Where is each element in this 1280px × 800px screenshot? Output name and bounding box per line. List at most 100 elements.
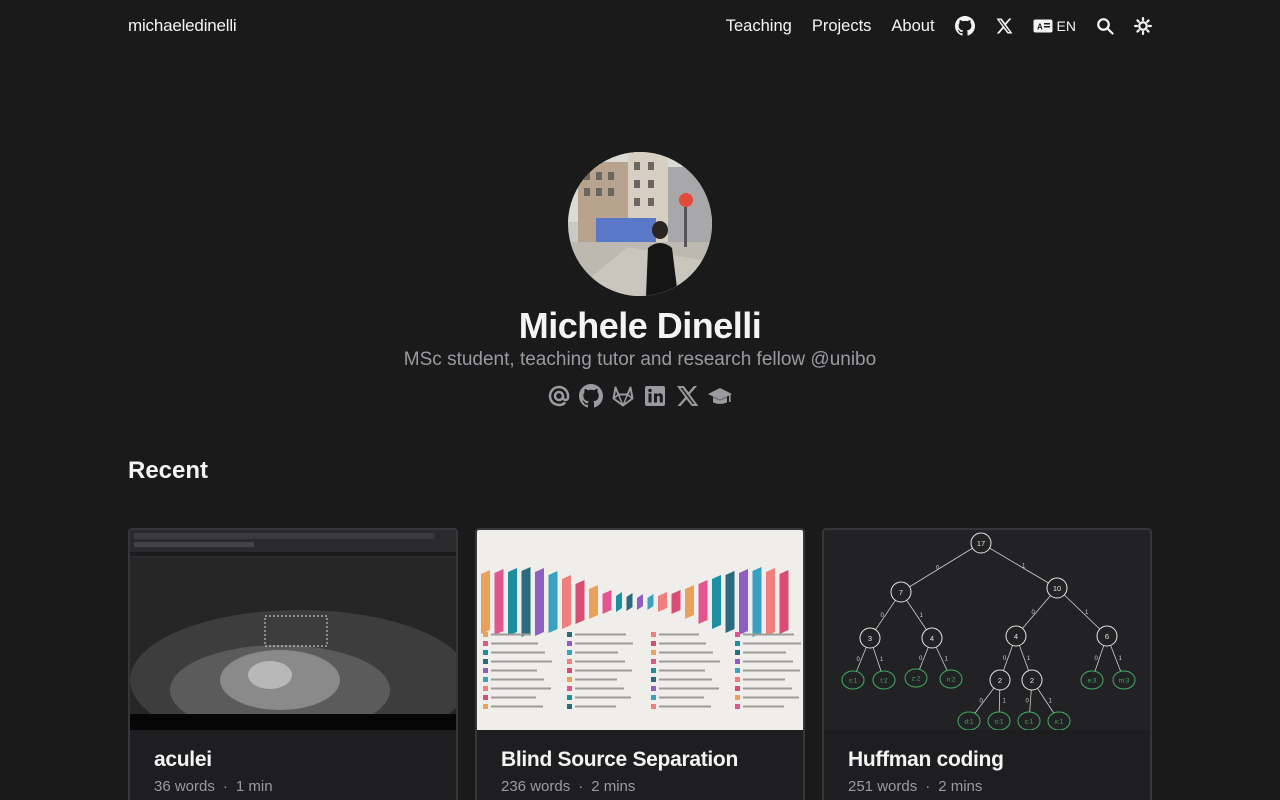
tree-node-label: 4: [930, 634, 934, 643]
tree-node-label: 10: [1053, 584, 1061, 593]
site-brand[interactable]: michaeledinelli: [128, 16, 237, 36]
tree-leaf-label: e:3: [1087, 678, 1096, 685]
nav-projects[interactable]: Projects: [812, 17, 872, 36]
scholar-icon[interactable]: [707, 384, 733, 408]
profile-name: Michele Dinelli: [518, 305, 762, 346]
profile-hero: Michele Dinelli MSc student, teaching tu…: [0, 152, 1280, 408]
legend-text-line: [659, 633, 699, 636]
card-meta: 36 words · 1 min: [154, 778, 273, 795]
legend-text-line: [491, 642, 538, 645]
card-thumbnail: [130, 530, 456, 730]
legend-swatch: [735, 641, 740, 646]
legend-text-line: [743, 696, 799, 699]
legend-swatch: [483, 695, 488, 700]
read-time: 2 mins: [591, 778, 636, 795]
avatar: [568, 152, 712, 296]
gitlab-icon[interactable]: [611, 384, 635, 408]
nav-teaching[interactable]: Teaching: [726, 17, 792, 36]
tree-node-label: 17: [977, 539, 985, 548]
legend-text-line: [491, 660, 552, 663]
legend-swatch: [483, 641, 488, 646]
network-layer-block: [494, 569, 504, 635]
legend-text-line: [743, 633, 794, 636]
search-icon[interactable]: [1096, 17, 1114, 35]
legend-swatch: [735, 632, 740, 637]
profile-tagline: MSc student, teaching tutor and research…: [403, 349, 877, 370]
legend-text-line: [659, 669, 705, 672]
legend-swatch: [483, 668, 488, 673]
network-layer-block: [535, 568, 544, 636]
recent-heading: Recent: [128, 457, 209, 484]
x-icon[interactable]: [995, 17, 1013, 35]
legend-text-line: [491, 696, 536, 699]
legend-swatch: [651, 677, 656, 682]
tree-node-label: 6: [1105, 632, 1109, 641]
legend-swatch: [567, 641, 572, 646]
linkedin-icon[interactable]: [643, 384, 667, 408]
tree-leaf-label: c:1: [1025, 719, 1034, 726]
legend-text-line: [659, 642, 706, 645]
network-layer-block: [739, 569, 748, 635]
legend-text-line: [491, 687, 551, 690]
legend-swatch: [483, 659, 488, 664]
recent-cards: aculei 36 words · 1 min Blind Source Separ…: [128, 528, 1152, 800]
nav-about[interactable]: About: [891, 17, 934, 36]
read-time: 1 min: [235, 778, 273, 795]
theme-toggle-icon[interactable]: [1134, 17, 1152, 35]
network-layer-block: [481, 570, 490, 634]
legend-text-line: [575, 687, 624, 690]
tree-leaf-label: m:3: [1119, 678, 1130, 685]
legend-swatch: [567, 704, 572, 709]
legend-text-line: [491, 651, 545, 654]
network-layer-block: [766, 568, 775, 636]
legend-swatch: [567, 695, 572, 700]
tree-node-label: 3: [868, 634, 872, 643]
legend-text-line: [659, 705, 711, 708]
legend-text-line: [659, 687, 719, 690]
legend-swatch: [651, 632, 656, 637]
network-layer-block: [671, 590, 681, 614]
legend-text-line: [575, 660, 625, 663]
github-icon[interactable]: [954, 16, 975, 36]
network-layer-block: [779, 570, 789, 634]
legend-swatch: [567, 632, 572, 637]
legend-swatch: [651, 641, 656, 646]
network-layer-block: [752, 567, 762, 637]
language-switcher[interactable]: A EN: [1033, 18, 1076, 34]
social-links: [0, 384, 1280, 408]
tree-leaf-label: t:2: [880, 678, 888, 685]
recent-card-huffman-coding[interactable]: 010101010101010101 17 7 10 3 4 4 6 2 2 s:1 t:2 z:2 n…: [822, 528, 1152, 800]
language-icon: A: [1033, 19, 1053, 33]
legend-text-line: [575, 696, 631, 699]
x-icon[interactable]: [675, 384, 699, 408]
card-title[interactable]: Huffman coding: [848, 748, 1126, 772]
legend-text-line: [659, 660, 720, 663]
svg-text:A: A: [1037, 23, 1043, 32]
site-header: michaeledinelli Teaching Projects About …: [128, 0, 1152, 52]
legend-text-line: [659, 696, 704, 699]
network-layer-block: [521, 567, 531, 637]
legend-text-line: [575, 669, 632, 672]
legend-swatch: [483, 632, 488, 637]
legend-text-line: [575, 705, 616, 708]
legend-swatch: [651, 659, 656, 664]
legend-swatch: [567, 650, 572, 655]
network-layer-block: [712, 575, 721, 629]
legend-swatch: [651, 695, 656, 700]
recent-card-blind-source-separation[interactable]: Blind Source Separation 236 words · 2 mins: [475, 528, 805, 800]
github-icon[interactable]: [579, 384, 603, 408]
card-meta: 251 words · 2 mins: [848, 778, 983, 795]
legend-text-line: [659, 651, 713, 654]
legend-swatch: [735, 686, 740, 691]
card-title[interactable]: aculei: [154, 748, 432, 772]
legend-text-line: [491, 705, 543, 708]
network-layer-block: [562, 575, 571, 629]
email-icon[interactable]: [547, 384, 571, 408]
legend-swatch: [651, 668, 656, 673]
legend-text-line: [743, 705, 784, 708]
legend-text-line: [575, 651, 618, 654]
card-title[interactable]: Blind Source Separation: [501, 748, 779, 772]
legend-swatch: [567, 677, 572, 682]
word-count: 36 words: [154, 778, 215, 795]
recent-card-aculei[interactable]: aculei 36 words · 1 min: [128, 528, 458, 800]
